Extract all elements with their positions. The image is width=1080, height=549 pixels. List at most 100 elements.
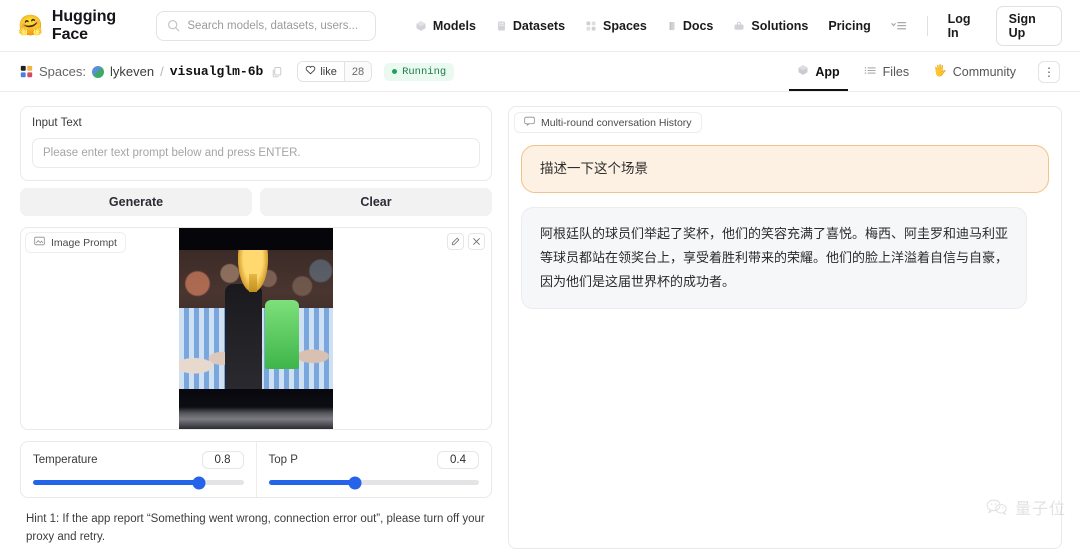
- nav-item-datasets[interactable]: Datasets: [487, 14, 574, 38]
- status-dot-icon: [392, 69, 398, 74]
- image-prompt-preview: [179, 228, 333, 429]
- login-button[interactable]: Log In: [938, 7, 990, 45]
- space-tabs: App Files 🖐 Community ⋮: [787, 52, 1060, 91]
- input-text-card: Input Text: [20, 106, 492, 181]
- generate-button[interactable]: Generate: [20, 188, 252, 216]
- status-label: Running: [402, 65, 447, 78]
- temperature-value[interactable]: 0.8: [201, 451, 244, 469]
- pencil-icon[interactable]: [447, 233, 464, 250]
- like-control-group: like 28: [297, 61, 373, 82]
- image-action-buttons: [447, 233, 485, 250]
- conversation-card: Multi-round conversation History 描述一下这个场…: [508, 106, 1062, 549]
- assistant-message-bubble: 阿根廷队的球员们举起了奖杯，他们的笑容充满了喜悦。梅西、阿圭罗和迪马利亚等球员都…: [521, 207, 1027, 310]
- hugging-face-emoji-icon: 🤗: [18, 14, 43, 37]
- right-panel: Multi-round conversation History 描述一下这个场…: [508, 106, 1062, 549]
- image-prompt-card[interactable]: Image Prompt: [20, 227, 492, 430]
- photo-letterbox-top: [179, 228, 333, 251]
- prompt-input[interactable]: [32, 138, 480, 168]
- files-icon: [864, 65, 877, 79]
- nav-item-docs[interactable]: Docs: [658, 14, 723, 38]
- close-icon[interactable]: [468, 233, 485, 250]
- tab-community[interactable]: 🖐 Community: [923, 52, 1026, 91]
- topp-value[interactable]: 0.4: [437, 451, 479, 469]
- temperature-slider-cell: Temperature 0.8: [21, 442, 256, 497]
- message-row-user: 描述一下这个场景: [513, 145, 1057, 194]
- topp-slider-thumb[interactable]: [348, 476, 362, 489]
- topp-header: Top P 0.4: [268, 451, 479, 469]
- database-icon: [496, 20, 507, 32]
- brand-name-label: Hugging Face: [51, 7, 117, 43]
- image-icon: [34, 236, 45, 249]
- community-hand-icon: 🖐: [933, 65, 947, 77]
- grid-apps-icon: [585, 20, 597, 32]
- nav-item-spaces[interactable]: Spaces: [576, 14, 656, 38]
- tab-files[interactable]: Files: [854, 52, 919, 91]
- temperature-label: Temperature: [33, 454, 98, 466]
- top-navigation-bar: 🤗 Hugging Face Models Datasets Spaces: [0, 0, 1080, 52]
- chevron-down-list-icon: [890, 20, 908, 32]
- conversation-history-tag: Multi-round conversation History: [514, 112, 702, 133]
- nav-item-label: Pricing: [828, 18, 871, 33]
- signup-button[interactable]: Sign Up: [995, 5, 1062, 46]
- like-label: like: [320, 65, 337, 78]
- nav-divider: [926, 15, 928, 36]
- image-prompt-label: Image Prompt: [51, 236, 117, 249]
- input-text-label: Input Text: [32, 117, 82, 129]
- breadcrumb: Spaces: lykeven / visualglm-6b: [20, 64, 283, 79]
- photo-letterbox-bottom: [179, 388, 333, 429]
- chat-bubble-icon: [524, 116, 535, 129]
- nav-item-pricing[interactable]: Pricing: [819, 14, 879, 38]
- nav-item-solutions[interactable]: Solutions: [724, 14, 817, 38]
- global-search-box[interactable]: [156, 10, 376, 41]
- hint-text: Hint 1: If the app report “Something wen…: [26, 513, 485, 543]
- temperature-header: Temperature 0.8: [33, 451, 244, 469]
- image-prompt-tag: Image Prompt: [25, 232, 126, 253]
- left-panel: Input Text Generate Clear Image Prompt: [20, 106, 492, 549]
- nav-more-menu[interactable]: [882, 15, 917, 37]
- nav-item-models[interactable]: Models: [406, 14, 485, 38]
- breadcrumb-spaces-label: Spaces:: [39, 64, 86, 79]
- cube-icon: [415, 20, 427, 32]
- nav-item-label: Models: [432, 18, 476, 33]
- breadcrumb-repo-name[interactable]: visualglm-6b: [170, 64, 264, 79]
- photo-layers: [179, 228, 333, 429]
- tab-label: Files: [882, 64, 910, 79]
- spaces-grid-icon: [20, 65, 33, 78]
- nav-item-label: Docs: [682, 18, 714, 33]
- topp-label: Top P: [268, 454, 298, 466]
- book-icon: [667, 20, 677, 32]
- topp-slider-cell: Top P 0.4: [255, 442, 492, 497]
- nav-item-label: Datasets: [512, 18, 566, 33]
- nav-item-label: Solutions: [751, 18, 809, 33]
- app-body: Input Text Generate Clear Image Prompt: [0, 92, 1080, 549]
- topp-slider[interactable]: [268, 476, 479, 489]
- brand-home-link[interactable]: 🤗 Hugging Face: [18, 8, 156, 44]
- breadcrumb-owner-link[interactable]: lykeven: [110, 64, 154, 79]
- copy-icon[interactable]: [271, 66, 283, 78]
- photo-goalkeeper-layer: [265, 300, 300, 369]
- message-row-assistant: 阿根廷队的球员们举起了奖杯，他们的笑容充满了喜悦。梅西、阿圭罗和迪马利亚等球员都…: [513, 207, 1057, 310]
- temperature-slider[interactable]: [33, 476, 244, 489]
- cube-icon: [797, 64, 809, 79]
- space-header-bar: Spaces: lykeven / visualglm-6b like 28 R…: [0, 52, 1080, 92]
- parameters-card: Temperature 0.8 Top P 0.4: [20, 441, 492, 498]
- like-button[interactable]: like: [298, 62, 344, 81]
- search-icon: [167, 19, 180, 32]
- action-button-row: Generate Clear: [20, 188, 492, 216]
- topp-slider-fill: [268, 480, 355, 485]
- conversation-history-label: Multi-round conversation History: [541, 116, 692, 129]
- photo-center-figure-layer: [225, 284, 263, 395]
- heart-icon: [305, 65, 316, 78]
- clear-button[interactable]: Clear: [260, 188, 492, 216]
- photo-trophy-layer: [237, 244, 269, 293]
- briefcase-icon: [733, 20, 745, 32]
- temperature-slider-thumb[interactable]: [192, 476, 206, 489]
- temperature-slider-fill: [33, 480, 200, 485]
- tab-app[interactable]: App: [787, 52, 849, 91]
- like-count: 28: [343, 62, 372, 81]
- owner-avatar: [91, 65, 104, 78]
- search-input[interactable]: [187, 19, 365, 32]
- tab-label: App: [815, 64, 840, 79]
- status-badge: Running: [384, 62, 455, 81]
- kebab-menu-icon[interactable]: ⋮: [1038, 60, 1060, 83]
